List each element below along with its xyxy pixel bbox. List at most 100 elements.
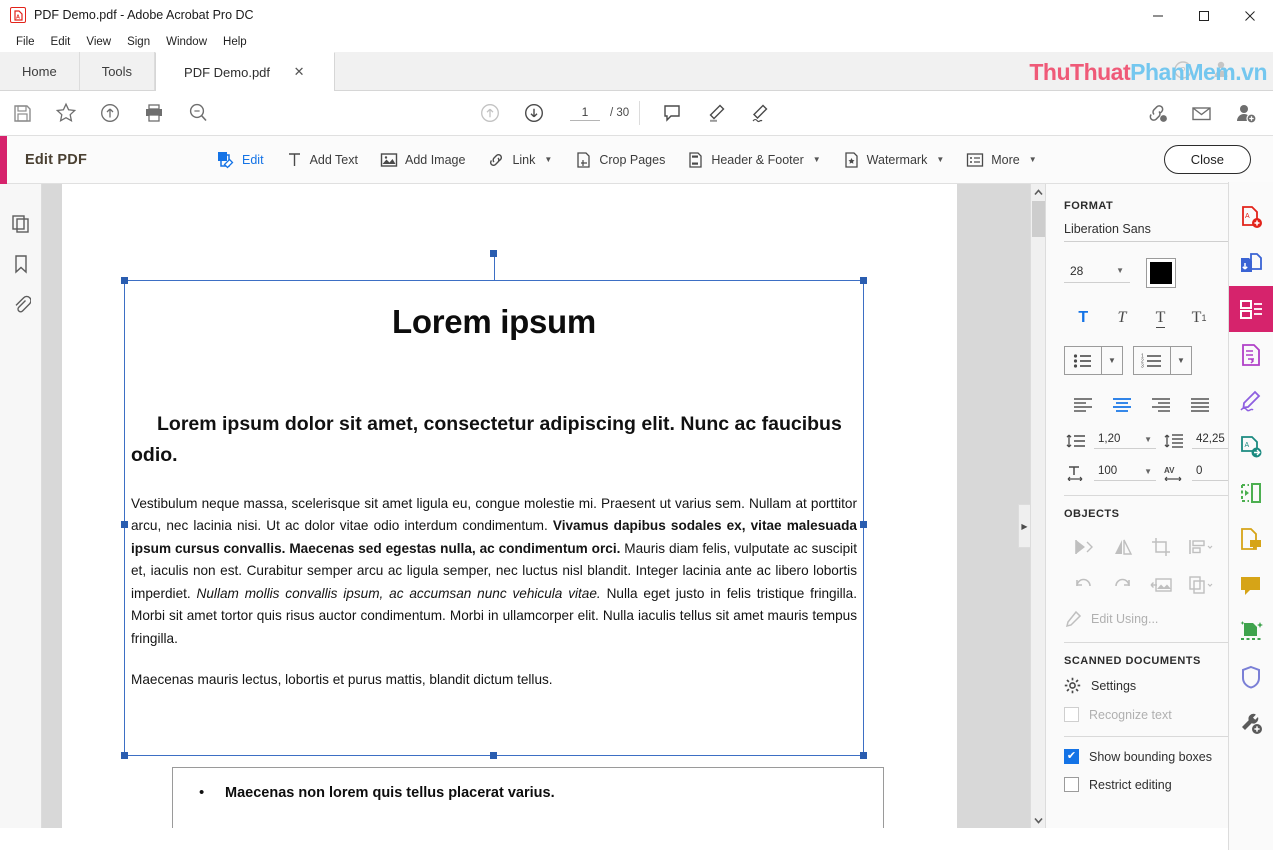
menu-help[interactable]: Help xyxy=(215,34,255,50)
comment-doc-icon[interactable] xyxy=(1229,516,1273,562)
align-center-button[interactable] xyxy=(1103,391,1142,417)
numbered-list-icon[interactable]: 123 xyxy=(1134,347,1170,374)
scroll-down-arrow[interactable] xyxy=(1031,812,1046,828)
combine-files-icon[interactable] xyxy=(1229,240,1273,286)
rotate-ccw-icon[interactable] xyxy=(1064,568,1103,602)
arrange-icon[interactable] xyxy=(1181,568,1220,602)
organize-pages-icon[interactable] xyxy=(1229,470,1273,516)
scroll-up-arrow[interactable] xyxy=(1031,184,1046,200)
numbered-list-dropdown[interactable]: ▼ xyxy=(1170,347,1191,374)
selection-handle-ml[interactable] xyxy=(121,521,128,528)
edit-using-dropdown[interactable]: Edit Using... ▼ xyxy=(1064,610,1252,628)
export-pdf-icon[interactable] xyxy=(1229,332,1273,378)
align-left-button[interactable] xyxy=(1064,391,1103,417)
numbered-list-group[interactable]: 123 ▼ xyxy=(1133,346,1192,375)
print-icon[interactable] xyxy=(132,91,176,135)
vertical-scrollbar[interactable] xyxy=(1030,184,1045,828)
text-color-swatch[interactable] xyxy=(1146,258,1176,288)
selection-handle-bc[interactable] xyxy=(490,752,497,759)
selection-handle-mr[interactable] xyxy=(860,521,867,528)
menu-sign[interactable]: Sign xyxy=(119,34,158,50)
selection-handle-tr[interactable] xyxy=(860,277,867,284)
italic-button[interactable]: T xyxy=(1103,304,1142,332)
bulleted-list-group[interactable]: ▼ xyxy=(1064,346,1123,375)
text-selection-box[interactable]: Lorem ipsum Lorem ipsum dolor sit amet, … xyxy=(121,250,867,759)
underline-button[interactable]: T xyxy=(1141,304,1180,332)
tab-tools[interactable]: Tools xyxy=(79,52,156,90)
selection-handle-tl[interactable] xyxy=(121,277,128,284)
link-button[interactable]: Link ▼ xyxy=(476,145,563,175)
right-panel-expander[interactable]: ▶ xyxy=(1018,504,1030,548)
fill-sign-icon[interactable] xyxy=(1229,378,1273,424)
bulleted-list-icon[interactable] xyxy=(1065,347,1101,374)
page-number-input[interactable] xyxy=(570,105,600,121)
show-bounding-boxes-checkbox[interactable]: ✔ xyxy=(1064,749,1079,764)
comment-icon[interactable] xyxy=(1229,562,1273,608)
tab-tools-label: Tools xyxy=(101,63,133,79)
arrow-up-circle-icon[interactable] xyxy=(468,91,512,135)
selection-handle-br[interactable] xyxy=(860,752,867,759)
tab-close-icon[interactable]: ✕ xyxy=(292,64,306,80)
star-icon[interactable] xyxy=(44,91,88,135)
bold-button[interactable]: T xyxy=(1064,304,1103,332)
tab-home[interactable]: Home xyxy=(0,52,80,90)
bulleted-list-dropdown[interactable]: ▼ xyxy=(1101,347,1122,374)
add-image-button[interactable]: Add Image xyxy=(369,145,476,175)
bullet-list-box[interactable]: • Maecenas non lorem quis tellus placera… xyxy=(172,767,884,828)
highlight-icon[interactable] xyxy=(694,91,738,135)
comment-icon[interactable] xyxy=(650,91,694,135)
align-right-button[interactable] xyxy=(1142,391,1181,417)
menu-view[interactable]: View xyxy=(78,34,119,50)
align-objects-icon[interactable] xyxy=(1181,530,1220,564)
close-window-button[interactable] xyxy=(1227,0,1273,31)
send-for-signature-icon[interactable]: A xyxy=(1229,424,1273,470)
more-button[interactable]: More ▼ xyxy=(955,146,1047,174)
crop-icon[interactable] xyxy=(1142,530,1181,564)
horizontal-scale-dropdown[interactable]: 100 ▼ xyxy=(1094,465,1156,481)
recognize-text-checkbox[interactable] xyxy=(1064,707,1079,722)
protect-icon[interactable] xyxy=(1229,654,1273,700)
crop-pages-button[interactable]: Crop Pages xyxy=(563,145,676,175)
email-icon[interactable] xyxy=(1179,91,1223,135)
document-canvas[interactable]: Lorem ipsum Lorem ipsum dolor sit amet, … xyxy=(42,184,1030,828)
watermark-button[interactable]: Watermark ▼ xyxy=(832,145,956,175)
edit-pdf-icon[interactable] xyxy=(1228,286,1273,332)
menu-file[interactable]: File xyxy=(8,34,43,50)
font-size-dropdown[interactable]: 28 ▼ xyxy=(1064,264,1130,283)
attachment-icon[interactable] xyxy=(4,284,38,324)
zoom-search-icon[interactable] xyxy=(176,91,220,135)
flip-vertical-icon[interactable] xyxy=(1103,530,1142,564)
page-total-label: / 30 xyxy=(610,107,630,119)
page-thumbnails-icon[interactable] xyxy=(4,204,38,244)
bookmark-icon[interactable] xyxy=(4,244,38,284)
create-pdf-icon[interactable]: A xyxy=(1229,194,1273,240)
sign-icon[interactable] xyxy=(738,91,782,135)
rotate-cw-icon[interactable] xyxy=(1103,568,1142,602)
replace-image-icon[interactable] xyxy=(1142,568,1181,602)
menu-edit[interactable]: Edit xyxy=(43,34,79,50)
superscript-button[interactable]: T1 xyxy=(1180,304,1219,332)
scrollbar-thumb[interactable] xyxy=(1032,201,1045,237)
save-icon[interactable] xyxy=(0,91,44,135)
more-tools-icon[interactable] xyxy=(1229,700,1273,746)
align-justify-button[interactable] xyxy=(1181,391,1220,417)
header-footer-button[interactable]: Header & Footer ▼ xyxy=(676,145,831,175)
add-text-button[interactable]: Add Text xyxy=(275,145,369,174)
restrict-editing-checkbox[interactable] xyxy=(1064,777,1079,792)
flip-horizontal-icon[interactable] xyxy=(1064,530,1103,564)
enhance-scans-icon[interactable] xyxy=(1229,608,1273,654)
maximize-button[interactable] xyxy=(1181,0,1227,31)
tab-pdf-demo[interactable]: PDF Demo.pdf ✕ xyxy=(155,52,336,91)
selection-rotate-handle[interactable] xyxy=(490,250,497,257)
share-link-icon[interactable] xyxy=(1135,91,1179,135)
font-family-dropdown[interactable]: Liberation Sans ▼ xyxy=(1064,222,1244,242)
selection-handle-bl[interactable] xyxy=(121,752,128,759)
arrow-down-circle-icon[interactable] xyxy=(512,91,556,135)
close-edit-pdf-button[interactable]: Close xyxy=(1163,145,1251,174)
minimize-button[interactable] xyxy=(1135,0,1181,31)
line-spacing-dropdown[interactable]: 1,20 ▼ xyxy=(1094,433,1156,449)
edit-button[interactable]: Edit xyxy=(205,144,275,175)
add-person-icon[interactable] xyxy=(1223,91,1267,135)
menu-window[interactable]: Window xyxy=(158,34,215,50)
upload-cloud-icon[interactable] xyxy=(88,91,132,135)
